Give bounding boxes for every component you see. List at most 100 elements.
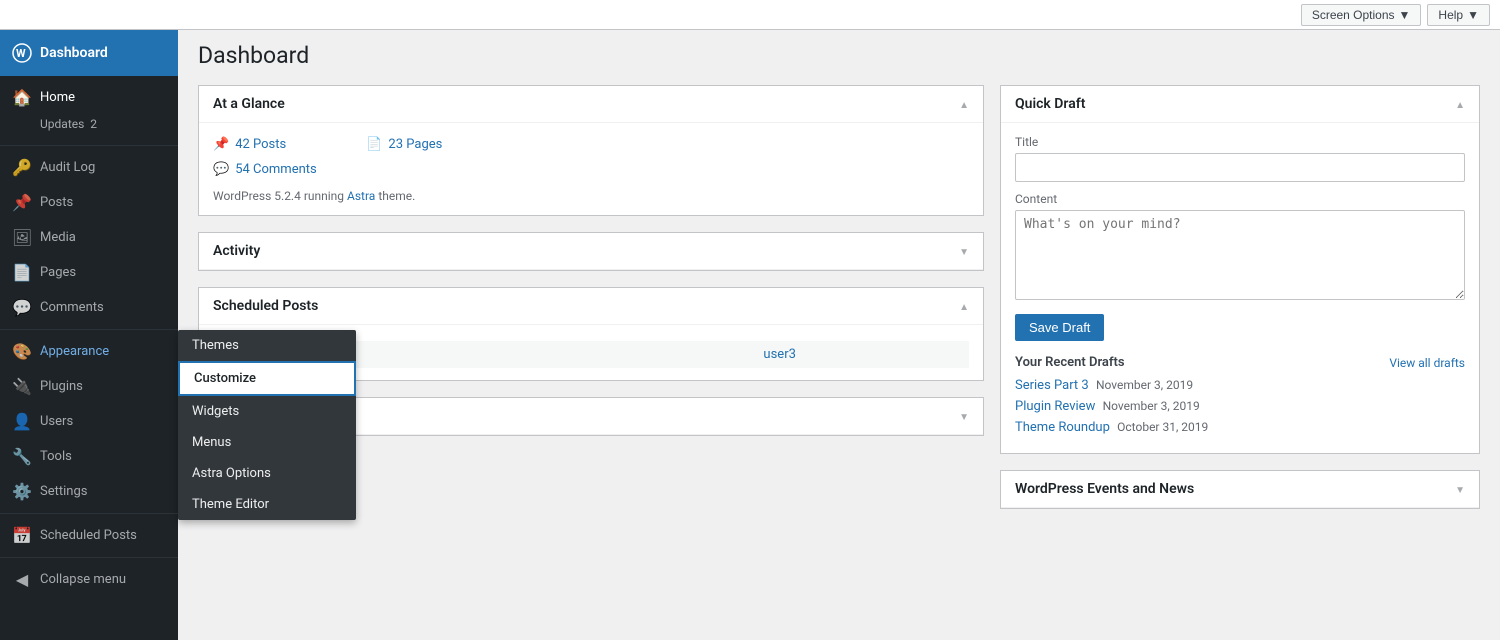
posts-icon: 📌 (12, 193, 32, 212)
layout: W Dashboard 🏠 Home Updates 2 🔑 Audit Log… (0, 30, 1500, 640)
sidebar-home-section: 🏠 Home Updates 2 (0, 76, 178, 141)
theme-link[interactable]: Astra (347, 189, 375, 203)
collapse-quick-draft-icon[interactable] (1455, 97, 1465, 112)
media-icon: 🖼 (12, 228, 32, 247)
main-content: Dashboard At a Glance 📌 42 Posts (178, 30, 1500, 640)
recent-drafts-header: Your Recent Drafts View all drafts (1015, 355, 1465, 370)
collapse-icon: ◀ (12, 570, 32, 589)
sidebar-item-settings[interactable]: ⚙️ Settings (0, 474, 178, 509)
comments-stat-link[interactable]: 💬 54 Comments (213, 160, 969, 179)
sidebar-item-users[interactable]: 👤 Users (0, 404, 178, 439)
help-button[interactable]: Help ▼ (1427, 4, 1490, 26)
settings-icon: ⚙️ (12, 482, 32, 501)
submenu-item-menus[interactable]: Menus (178, 427, 356, 458)
submenu-item-astra-options[interactable]: Astra Options (178, 458, 356, 489)
view-all-drafts-link[interactable]: View all drafts (1389, 356, 1465, 370)
sidebar-divider-3 (0, 513, 178, 514)
draft-link-2[interactable]: Plugin Review (1015, 399, 1095, 414)
sidebar-item-audit-log[interactable]: 🔑 Audit Log (0, 150, 178, 185)
settings-label: Settings (40, 484, 87, 499)
sidebar-item-pages[interactable]: 📄 Pages (0, 255, 178, 290)
pages-stat-count: 23 Pages (388, 137, 442, 152)
sidebar-brand[interactable]: W Dashboard (0, 30, 178, 76)
screen-options-button[interactable]: Screen Options ▼ (1301, 4, 1422, 26)
sidebar-item-comments[interactable]: 💬 Comments (0, 290, 178, 325)
submenu-item-theme-editor[interactable]: Theme Editor (178, 489, 356, 520)
draft-content-input[interactable] (1015, 210, 1465, 300)
chevron-down-icon: ▼ (1399, 8, 1411, 22)
wp-events-title: WordPress Events and News (1015, 481, 1194, 497)
updates-badge: 2 (90, 117, 97, 131)
pages-icon: 📄 (12, 263, 32, 282)
collapse-label: Collapse menu (40, 572, 126, 587)
submenu-item-customize[interactable]: Customize (178, 361, 356, 396)
scheduled-posts-title: Scheduled Posts (213, 298, 318, 314)
title-label: Title (1015, 135, 1465, 149)
posts-stat-count: 42 Posts (235, 137, 286, 152)
help-label: Help (1438, 8, 1463, 22)
expand-security-icon[interactable] (959, 409, 969, 424)
posts-stat-link[interactable]: 📌 42 Posts (213, 135, 286, 154)
sidebar-divider-2 (0, 329, 178, 330)
draft-title-input[interactable] (1015, 153, 1465, 182)
activity-header: Activity (199, 233, 983, 270)
draft-item-2: Plugin Review November 3, 2019 (1015, 399, 1465, 414)
customize-label: Customize (194, 371, 256, 386)
audit-log-icon: 🔑 (12, 158, 32, 177)
sidebar-collapse-button[interactable]: ◀ Collapse menu (0, 562, 178, 597)
scheduled-posts-header: Scheduled Posts (199, 288, 983, 325)
collapse-at-a-glance-icon[interactable] (959, 97, 969, 112)
tools-label: Tools (40, 449, 72, 464)
pages-stat-link[interactable]: 📄 23 Pages (366, 135, 442, 154)
scheduled-posts-icon: 📅 (12, 526, 32, 545)
draft-date-3: October 31, 2019 (1117, 420, 1208, 434)
page-title: Dashboard (198, 30, 1480, 85)
audit-log-label: Audit Log (40, 160, 95, 175)
sidebar-updates[interactable]: Updates 2 (0, 115, 178, 137)
pages-stat-icon: 📄 (366, 137, 382, 152)
draft-date-1: November 3, 2019 (1096, 378, 1193, 392)
plugins-label: Plugins (40, 379, 83, 394)
submenu-item-widgets[interactable]: Widgets (178, 396, 356, 427)
tools-icon: 🔧 (12, 447, 32, 466)
widgets-label: Widgets (192, 404, 239, 419)
collapse-scheduled-icon[interactable] (959, 299, 969, 314)
sidebar-item-home[interactable]: 🏠 Home (0, 80, 178, 115)
appearance-icon: 🎨 (12, 342, 32, 361)
expand-activity-icon[interactable] (959, 244, 969, 259)
screen-options-label: Screen Options (1312, 8, 1395, 22)
activity-title: Activity (213, 243, 260, 259)
recent-drafts-section: Your Recent Drafts View all drafts Serie… (1015, 355, 1465, 435)
submenu-item-themes[interactable]: Themes (178, 330, 356, 361)
comments-stat-row: 💬 54 Comments (213, 160, 969, 179)
sidebar-item-plugins[interactable]: 🔌 Plugins (0, 369, 178, 404)
at-a-glance-body: 📌 42 Posts 📄 23 Pages 💬 54 Comm (199, 123, 983, 215)
comments-label: Comments (40, 300, 104, 315)
astra-options-label: Astra Options (192, 466, 271, 481)
home-icon: 🏠 (12, 88, 32, 107)
sidebar-item-media[interactable]: 🖼 Media (0, 220, 178, 255)
activity-widget: Activity (198, 232, 984, 271)
menus-label: Menus (192, 435, 231, 450)
comments-stat-icon: 💬 (213, 162, 229, 177)
sidebar-item-appearance[interactable]: 🎨 Appearance (0, 334, 178, 369)
quick-draft-widget: Quick Draft Title Content Save Draft You… (1000, 85, 1480, 454)
at-a-glance-widget: At a Glance 📌 42 Posts 📄 23 Pages (198, 85, 984, 216)
draft-item-3: Theme Roundup October 31, 2019 (1015, 420, 1465, 435)
sidebar: W Dashboard 🏠 Home Updates 2 🔑 Audit Log… (0, 30, 178, 640)
wp-info: WordPress 5.2.4 running Astra theme. (213, 189, 969, 203)
wp-version-text: WordPress 5.2.4 running (213, 189, 344, 203)
sidebar-item-scheduled-posts[interactable]: 📅 Scheduled Posts (0, 518, 178, 553)
content-label: Content (1015, 192, 1465, 206)
save-draft-button[interactable]: Save Draft (1015, 314, 1104, 341)
sidebar-item-posts[interactable]: 📌 Posts (0, 185, 178, 220)
stats-row: 📌 42 Posts 📄 23 Pages (213, 135, 969, 154)
quick-draft-header: Quick Draft (1001, 86, 1479, 123)
appearance-submenu: Themes Customize Widgets Menus Astra Opt… (178, 330, 356, 520)
expand-wp-events-icon[interactable] (1455, 482, 1465, 497)
sidebar-item-tools[interactable]: 🔧 Tools (0, 439, 178, 474)
draft-link-3[interactable]: Theme Roundup (1015, 420, 1110, 435)
draft-link-1[interactable]: Series Part 3 (1015, 378, 1089, 393)
posts-label: Posts (40, 195, 73, 210)
two-col-layout: At a Glance 📌 42 Posts 📄 23 Pages (198, 85, 1480, 525)
